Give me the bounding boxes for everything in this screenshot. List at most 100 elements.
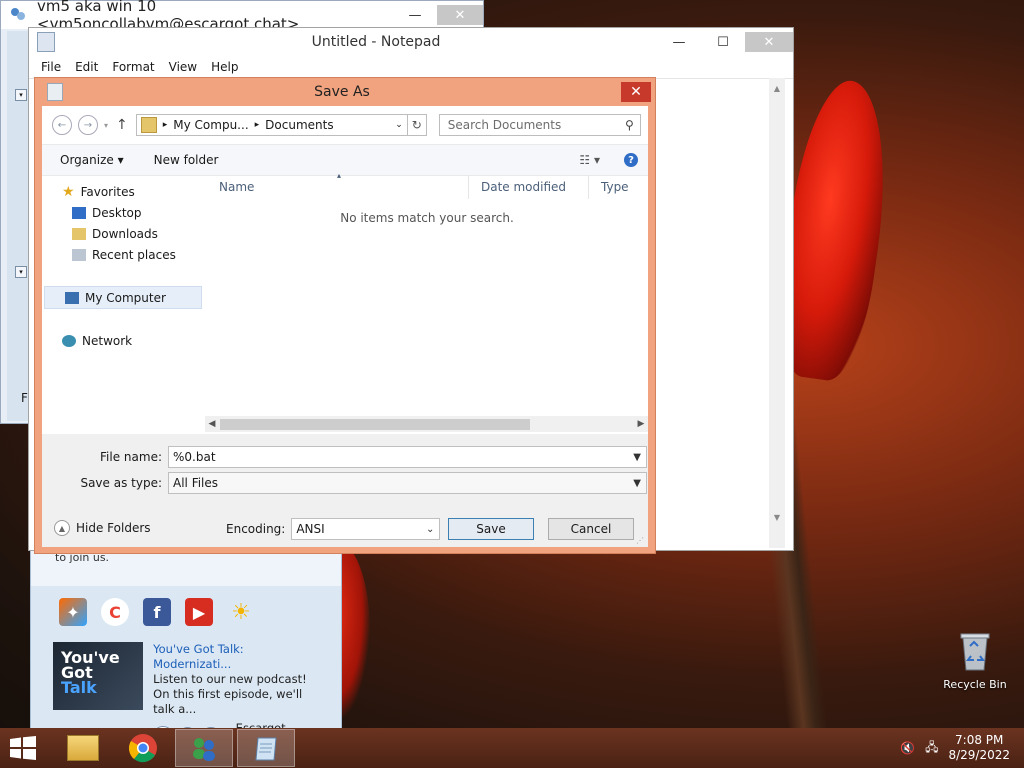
refresh-icon[interactable]: ↻ bbox=[406, 114, 427, 136]
chevron-down-icon[interactable]: ▼ bbox=[633, 478, 646, 489]
hide-folders-button[interactable]: ▲ Hide Folders bbox=[54, 520, 151, 536]
chevron-down-icon[interactable]: ⌄ bbox=[426, 524, 439, 535]
save-as-dialog[interactable]: Save As ✕ ← → ▾ ↑ ▸ My Compu... ▸ Docume… bbox=[34, 77, 656, 554]
scroll-left-icon[interactable]: ◀ bbox=[205, 416, 219, 432]
forward-icon[interactable]: → bbox=[78, 115, 98, 135]
system-tray: 🔇 🖧 7:08 PM 8/29/2022 bbox=[900, 733, 1010, 763]
menu-edit[interactable]: Edit bbox=[75, 60, 98, 74]
messenger-taskbar-button[interactable] bbox=[175, 729, 233, 767]
notepad-close-button[interactable]: ✕ bbox=[745, 32, 793, 52]
notepad-taskbar-button[interactable] bbox=[237, 729, 295, 767]
save-button[interactable]: Save bbox=[448, 518, 534, 540]
desktop-icon bbox=[72, 206, 86, 219]
new-folder-button[interactable]: New folder bbox=[154, 153, 219, 167]
start-button[interactable] bbox=[8, 736, 40, 760]
dialog-close-button[interactable]: ✕ bbox=[621, 82, 651, 102]
scroll-up-icon[interactable]: ▲ bbox=[769, 84, 785, 93]
messenger-close-button[interactable]: ✕ bbox=[437, 5, 483, 25]
notepad-maximize-button[interactable]: ☐ bbox=[701, 32, 745, 52]
messenger-side-letter: F bbox=[21, 391, 28, 405]
downloads-icon bbox=[72, 227, 86, 240]
butterfly-icon[interactable]: ✦ bbox=[59, 598, 87, 626]
menu-file[interactable]: File bbox=[41, 60, 61, 74]
news-thumbnail[interactable]: You've Got Talk bbox=[53, 642, 144, 710]
encoding-select[interactable]: ANSI ⌄ bbox=[291, 518, 441, 540]
view-options-icon[interactable]: ☷ ▾ bbox=[579, 153, 600, 167]
youtube-icon[interactable]: ▶ bbox=[185, 598, 213, 626]
column-type[interactable]: Type bbox=[589, 175, 647, 199]
breadcrumb-documents[interactable]: Documents bbox=[265, 118, 333, 132]
notepad-title-bar[interactable]: Untitled - Notepad — ☐ ✕ bbox=[29, 28, 793, 56]
messenger-title-bar[interactable]: vm5 aka win 10 <vm5oncollabvm@escargot.c… bbox=[1, 0, 483, 33]
nav-recent-places[interactable]: Recent places bbox=[42, 244, 202, 265]
nav-desktop[interactable]: Desktop bbox=[42, 202, 202, 223]
resize-grip-icon[interactable]: ⋰ bbox=[636, 536, 644, 545]
network-status-icon[interactable]: 🖧 bbox=[925, 738, 938, 759]
column-name-label: Name bbox=[219, 180, 255, 194]
encoding-value: ANSI bbox=[296, 522, 325, 536]
social-icons-row: ✦ C f ▶ ☀ bbox=[31, 586, 341, 638]
c-icon[interactable]: C bbox=[101, 598, 129, 626]
search-icon[interactable]: ⚲ bbox=[625, 118, 634, 132]
thumb-line: Talk bbox=[61, 678, 97, 697]
help-icon[interactable]: ? bbox=[624, 153, 638, 167]
file-explorer-taskbar-button[interactable] bbox=[54, 729, 112, 767]
nav-network[interactable]: Network bbox=[42, 330, 202, 351]
column-date-label: Date modified bbox=[481, 180, 567, 194]
menu-view[interactable]: View bbox=[169, 60, 197, 74]
volume-muted-icon[interactable]: 🔇 bbox=[900, 741, 915, 755]
recycle-bin[interactable]: Recycle Bin bbox=[938, 628, 1012, 691]
file-list-header: Name ▴ Date modified Type bbox=[207, 171, 647, 199]
organize-button[interactable]: Organize ▾ bbox=[60, 153, 124, 167]
scroll-thumb[interactable] bbox=[220, 419, 530, 430]
nav-my-computer[interactable]: My Computer bbox=[44, 286, 202, 309]
save-type-select[interactable]: All Files ▼ bbox=[168, 472, 647, 494]
breadcrumb-my-computer[interactable]: My Compu... bbox=[173, 118, 248, 132]
file-explorer-icon bbox=[67, 735, 99, 761]
chevron-down-icon[interactable]: ▼ bbox=[633, 452, 646, 463]
news-body: Listen to our new podcast! On this first… bbox=[153, 672, 307, 716]
news-headline[interactable]: You've Got Talk: Modernizati... bbox=[153, 642, 319, 672]
notepad-icon bbox=[47, 83, 63, 101]
recycle-bin-label: Recycle Bin bbox=[943, 678, 1007, 691]
notepad-icon bbox=[37, 32, 55, 52]
expand-arrow-icon[interactable]: ▾ bbox=[15, 89, 27, 101]
sun-icon[interactable]: ☀ bbox=[227, 598, 255, 626]
up-arrow-icon[interactable]: ↑ bbox=[116, 117, 128, 133]
taskbar: 🔇 🖧 7:08 PM 8/29/2022 bbox=[0, 728, 1024, 768]
chevron-down-icon[interactable]: ⌄ bbox=[391, 120, 407, 130]
save-type-row: Save as type: All Files ▼ bbox=[42, 472, 647, 494]
facebook-icon[interactable]: f bbox=[143, 598, 171, 626]
chevron-right-icon[interactable]: ▸ bbox=[255, 120, 260, 130]
recent-dropdown-icon[interactable]: ▾ bbox=[104, 121, 108, 130]
nav-downloads[interactable]: Downloads bbox=[42, 223, 202, 244]
file-name-field[interactable]: %0.bat ▼ bbox=[168, 446, 647, 468]
dialog-title-bar[interactable]: Save As ✕ bbox=[35, 78, 655, 106]
scroll-right-icon[interactable]: ▶ bbox=[634, 416, 648, 432]
address-row: ← → ▾ ↑ ▸ My Compu... ▸ Documents ⌄ ↻ Se… bbox=[42, 106, 648, 144]
column-date-modified[interactable]: Date modified bbox=[469, 175, 589, 199]
notepad-minimize-button[interactable]: — bbox=[657, 32, 701, 52]
chevron-right-icon[interactable]: ▸ bbox=[163, 120, 168, 130]
folder-icon bbox=[140, 117, 157, 133]
scroll-down-icon[interactable]: ▼ bbox=[769, 513, 785, 522]
clock[interactable]: 7:08 PM 8/29/2022 bbox=[948, 733, 1010, 763]
search-input[interactable]: Search Documents ⚲ bbox=[438, 114, 641, 136]
horizontal-scrollbar[interactable]: ◀ ▶ bbox=[205, 416, 648, 432]
chrome-taskbar-button[interactable] bbox=[114, 729, 172, 767]
notepad-vertical-scrollbar[interactable]: ▲ ▼ bbox=[769, 78, 785, 548]
column-type-label: Type bbox=[601, 180, 629, 194]
menu-help[interactable]: Help bbox=[211, 60, 238, 74]
nav-computer-label: My Computer bbox=[85, 290, 166, 305]
nav-downloads-label: Downloads bbox=[92, 226, 158, 241]
save-type-value: All Files bbox=[173, 476, 219, 490]
back-icon[interactable]: ← bbox=[52, 115, 72, 135]
command-bar: Organize ▾ New folder ☷ ▾ ? bbox=[42, 144, 648, 176]
cancel-button[interactable]: Cancel bbox=[548, 518, 634, 540]
menu-format[interactable]: Format bbox=[112, 60, 154, 74]
column-name[interactable]: Name ▴ bbox=[207, 171, 469, 199]
address-bar[interactable]: ▸ My Compu... ▸ Documents ⌄ bbox=[135, 114, 408, 136]
expand-arrow-icon[interactable]: ▾ bbox=[15, 266, 27, 278]
messenger-minimize-button[interactable]: — bbox=[393, 5, 437, 25]
nav-favorites[interactable]: ★ Favorites bbox=[42, 181, 202, 202]
